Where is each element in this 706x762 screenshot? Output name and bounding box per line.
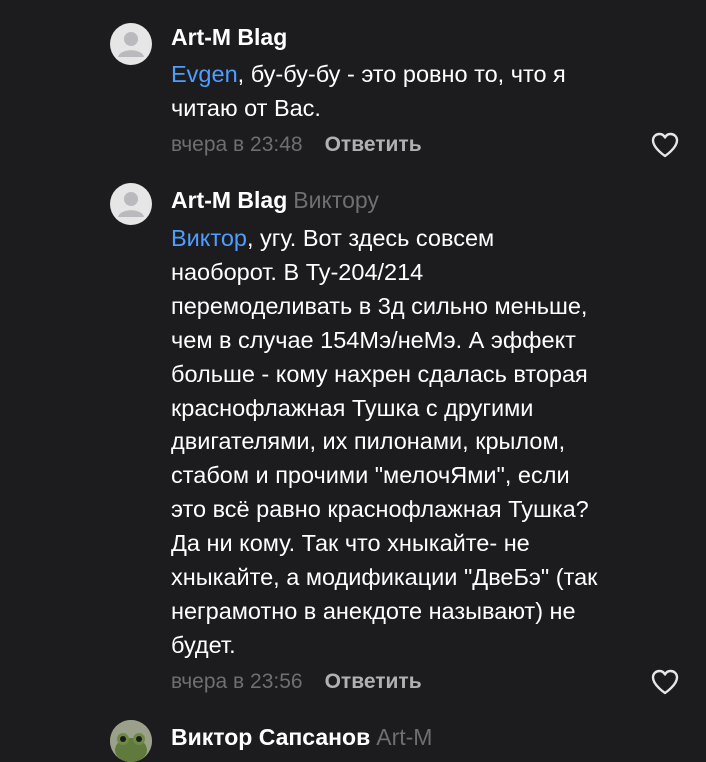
heart-outline-icon[interactable] xyxy=(650,131,680,159)
comment-author-line: Виктор Сапсанов Art-M xyxy=(171,722,432,752)
mention-link[interactable]: Evgen xyxy=(171,61,238,87)
comment-author-line: Art-M Blag Виктору xyxy=(171,185,379,215)
reply-button[interactable]: Ответить xyxy=(325,670,422,693)
comment-meta: вчера в 23:56 Ответить xyxy=(171,668,422,696)
comment-body: Виктор, угу. Вот здесь совсем наоборот. … xyxy=(171,222,676,663)
comment-timestamp: вчера в 23:56 xyxy=(171,670,303,693)
author-name[interactable]: Виктор Сапсанов xyxy=(171,724,370,750)
reply-button[interactable]: Ответить xyxy=(325,133,422,156)
comment-text: , угу. Вот здесь совсем наоборот. В Ту-2… xyxy=(171,225,598,658)
comment-timestamp: вчера в 23:48 xyxy=(171,133,303,156)
user-avatar-icon[interactable] xyxy=(110,183,152,225)
comment-body: Evgen, бу-бу-бу - это ровно то, что я чи… xyxy=(171,58,676,126)
reply-to-name[interactable]: Art-M xyxy=(376,724,432,750)
user-avatar-icon[interactable] xyxy=(110,23,152,65)
frog-avatar-icon[interactable] xyxy=(110,720,152,762)
comment-author-line: Art-M Blag xyxy=(171,22,287,52)
mention-link[interactable]: Виктор xyxy=(171,225,247,251)
comment-meta: вчера в 23:48 Ответить xyxy=(171,131,422,159)
author-name[interactable]: Art-M Blag xyxy=(171,24,287,50)
heart-outline-icon[interactable] xyxy=(650,668,680,696)
reply-to-name[interactable]: Виктору xyxy=(293,187,379,213)
author-name[interactable]: Art-M Blag xyxy=(171,187,287,213)
